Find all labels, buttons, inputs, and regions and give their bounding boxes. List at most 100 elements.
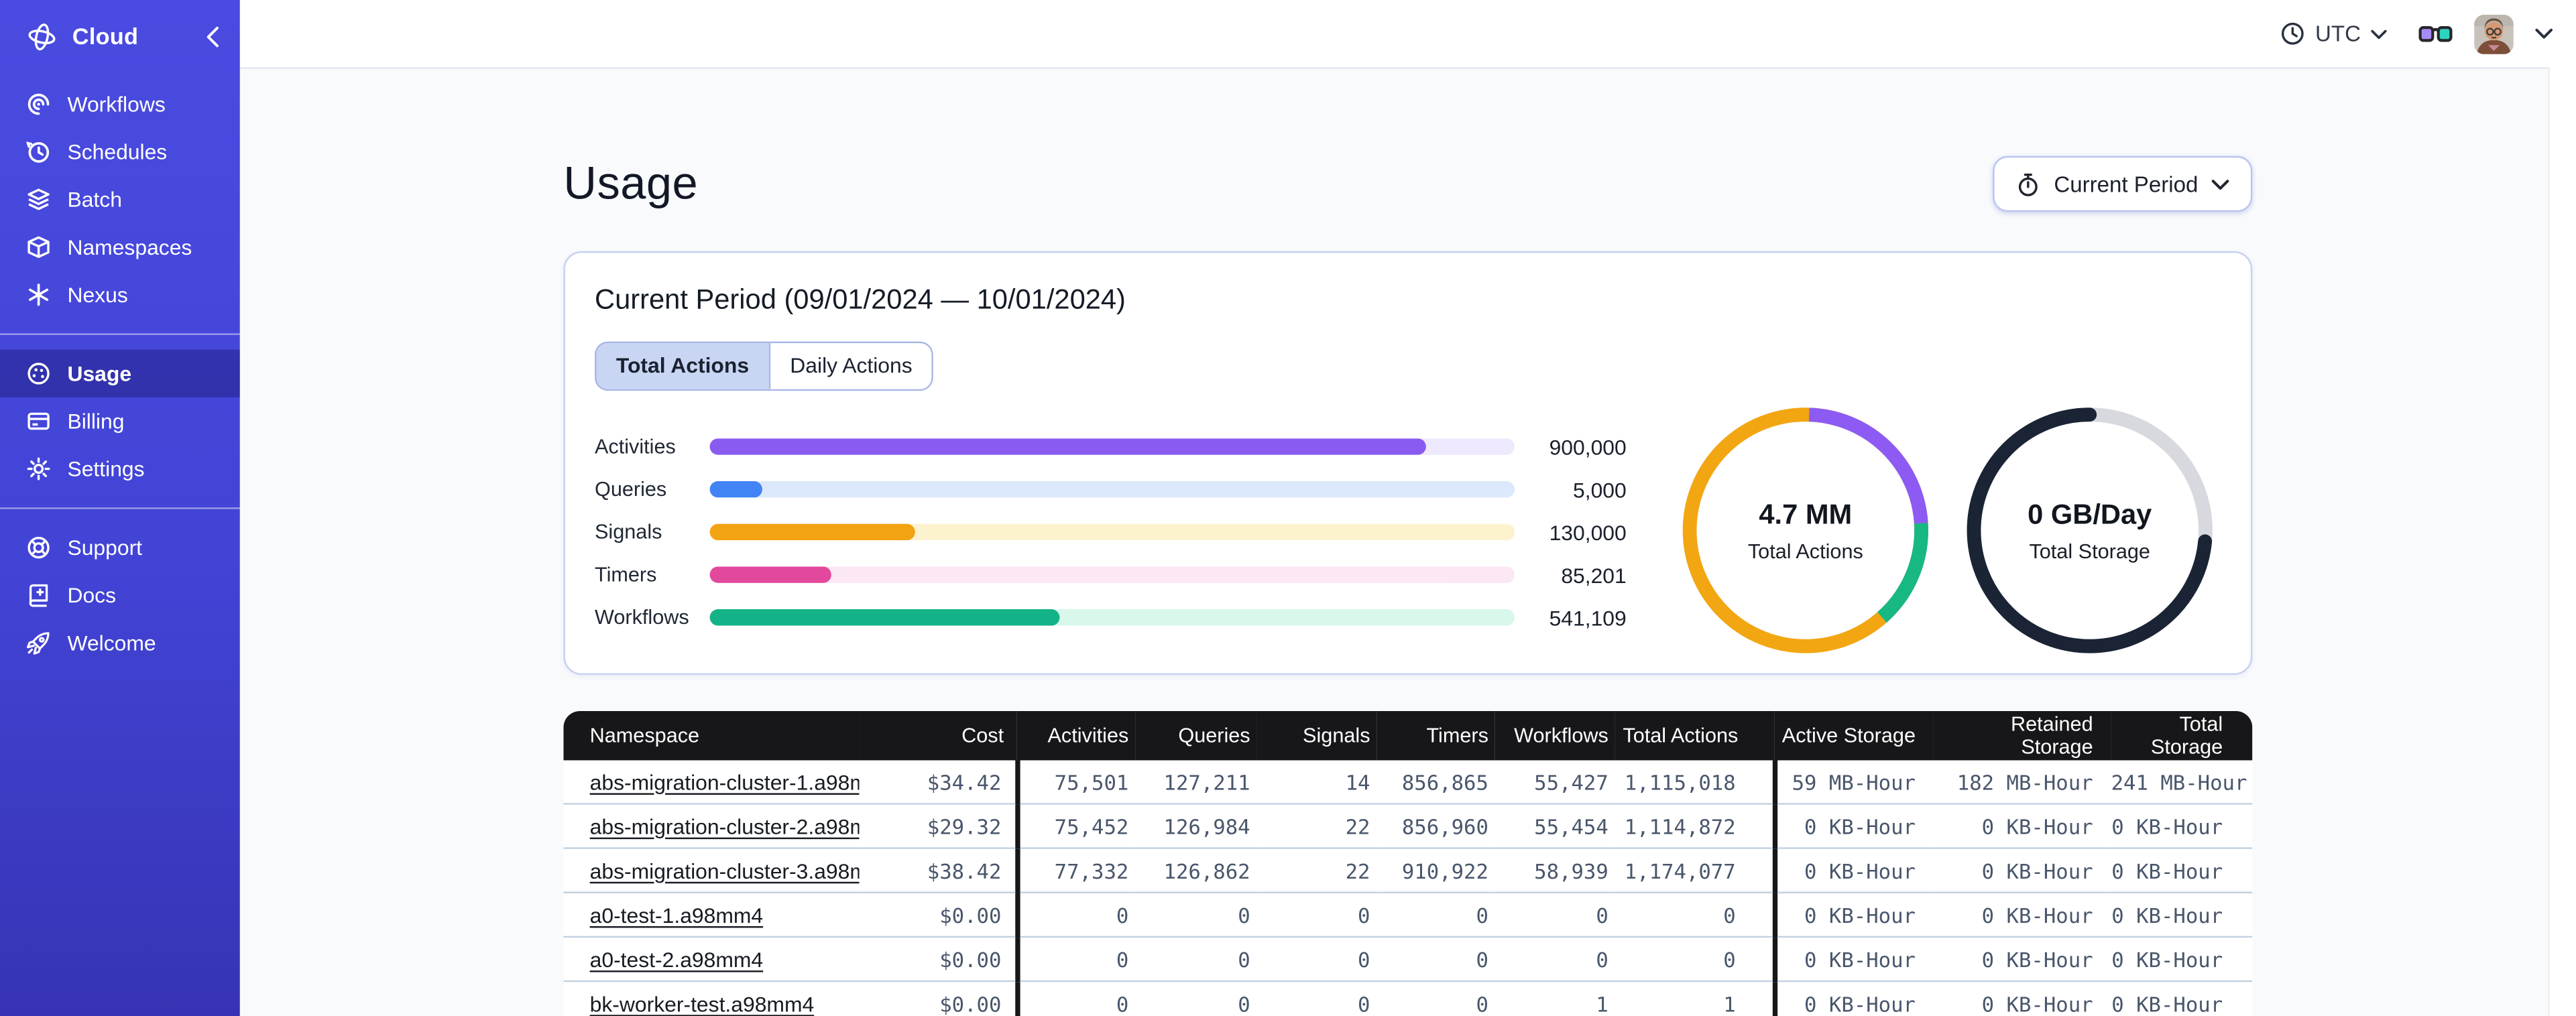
sidebar-item-label: Schedules — [67, 139, 168, 165]
column-header-total-actions: Total Actions — [1615, 710, 1775, 761]
namespace-link[interactable]: a0-test-1.a98mm4 — [590, 902, 764, 927]
cell-activities: 75,501 — [1054, 769, 1129, 794]
cell-cost: $38.42 — [859, 847, 1020, 893]
actions-tab-group: Total Actions Daily Actions — [594, 341, 934, 391]
total-actions-donut: 4.7 MM Total Actions — [1682, 407, 1929, 654]
cell-queries: 126,862 — [1135, 847, 1257, 893]
namespace-link[interactable]: a0-test-2.a98mm4 — [590, 947, 764, 972]
usage-summary-card: Current Period (09/01/2024 — 10/01/2024)… — [563, 251, 2253, 676]
donut-title: Total Storage — [2029, 539, 2150, 563]
table-row: bk-worker-test.a98mm4 $0.00 0 0 0 0 1 1 0 KB-Hou… — [563, 980, 2253, 1016]
sidebar-collapse-button[interactable] — [205, 25, 220, 47]
cell-queries: 0 — [1135, 980, 1257, 1016]
column-header-active-storage: Active Storage — [1774, 710, 1934, 761]
donut-title: Total Actions — [1747, 539, 1863, 563]
sidebar-item-nexus[interactable]: Nexus — [0, 271, 240, 318]
bar-row-workflows: Workflows 541,109 — [595, 596, 1627, 639]
column-header-total-storage: Total Storage — [2111, 710, 2253, 761]
cell-timers: 0 — [1377, 980, 1495, 1016]
sidebar-item-docs[interactable]: Docs — [0, 572, 240, 619]
sidebar-item-settings[interactable]: Settings — [0, 445, 240, 493]
chevron-left-icon — [207, 25, 219, 47]
cell-activities: 0 — [1016, 980, 1136, 1016]
cell-workflows: 55,427 — [1534, 769, 1608, 794]
sidebar-item-label: Docs — [67, 582, 117, 608]
cell-workflows: 58,939 — [1495, 847, 1615, 893]
chevron-down-icon — [2211, 178, 2229, 190]
column-header-namespace: Namespace — [563, 710, 860, 761]
sidebar-brand-label: Cloud — [72, 23, 139, 50]
topbar: UTC — [239, 0, 2576, 69]
sidebar-brand[interactable]: Cloud — [0, 0, 240, 72]
usage-table: Namespace Cost Activities Queries Signals Tim… — [563, 710, 2253, 1016]
bar-row-activities: Activities 900,000 — [595, 426, 1627, 468]
cell-cost: $29.32 — [859, 803, 1020, 848]
sidebar-divider — [0, 333, 240, 335]
sidebar-item-label: Workflows — [67, 92, 166, 117]
timers-bar-fill — [709, 566, 831, 584]
chevron-down-icon — [2371, 29, 2388, 39]
queries-bar-track — [709, 481, 1515, 499]
avatar[interactable] — [2474, 13, 2514, 54]
sidebar-item-welcome[interactable]: Welcome — [0, 619, 240, 667]
workflows-icon — [26, 92, 51, 117]
cell-total-storage: 0 KB-Hour — [2111, 980, 2253, 1016]
cell-queries: 127,211 — [1163, 769, 1250, 794]
bar-label: Queries — [594, 478, 667, 501]
scrollbar[interactable] — [2548, 67, 2576, 1016]
namespace-link[interactable]: abs-migration-cluster-3.a98mm4 — [590, 858, 860, 883]
tab-total-actions[interactable]: Total Actions — [596, 343, 769, 389]
sidebar-item-namespaces[interactable]: Namespaces — [0, 223, 240, 271]
sidebar-item-workflows[interactable]: Workflows — [0, 80, 240, 128]
cell-signals: 0 — [1256, 980, 1377, 1016]
bar-label: Activities — [594, 435, 676, 458]
cell-timers: 0 — [1377, 936, 1495, 982]
timezone-selector[interactable]: UTC — [2281, 21, 2388, 46]
tab-daily-actions[interactable]: Daily Actions — [768, 343, 933, 389]
sidebar-item-label: Batch — [67, 187, 122, 212]
table-row: abs-migration-cluster-2.a98mm4$29.3275,4… — [563, 803, 2253, 848]
cell-total-actions: 1,115,018 — [1615, 760, 1777, 804]
donut-center-label: 0 GB/Day Total Storage — [1967, 407, 2213, 654]
cell-total-storage: 0 KB-Hour — [2111, 936, 2253, 982]
cell-total-actions: 0 — [1615, 891, 1777, 937]
bar-value: 85,201 — [1561, 562, 1627, 587]
namespace-link[interactable]: abs-migration-cluster-1.a98mm4 — [590, 769, 860, 794]
sidebar-item-support[interactable]: Support — [0, 524, 240, 572]
activities-bar-fill — [709, 438, 1427, 456]
table-row: abs-migration-cluster-1.a98mm4$34.42 75,5… — [563, 760, 2252, 804]
glasses-icon[interactable] — [2418, 22, 2453, 45]
sidebar-item-label: Settings — [67, 456, 145, 481]
cell-workflows: 1 — [1495, 980, 1615, 1016]
column-header-timers: Timers — [1377, 710, 1495, 761]
namespace-link[interactable]: abs-migration-cluster-2.a98mm4 — [590, 814, 860, 838]
cell-timers: 856,865 — [1401, 769, 1488, 794]
app-root: Cloud Workflows Schedules Batch Namespaces N… — [0, 0, 2576, 1016]
sidebar-item-schedules[interactable]: Schedules — [0, 128, 240, 176]
bar-value: 541,109 — [1549, 605, 1627, 630]
account-menu-chevron[interactable] — [2535, 28, 2553, 40]
period-selector-button[interactable]: Current Period — [1993, 155, 2253, 212]
sidebar-nav: Workflows Schedules Batch Namespaces Nexus U… — [0, 72, 240, 675]
bar-label: Timers — [594, 563, 657, 586]
usage-icon — [26, 361, 51, 386]
namespace-link[interactable]: bk-worker-test.a98mm4 — [590, 991, 815, 1016]
namespaces-icon — [26, 235, 51, 259]
sidebar-item-batch[interactable]: Batch — [0, 176, 240, 223]
cell-total-actions: 1,114,872 — [1615, 803, 1777, 848]
cell-signals: 0 — [1256, 936, 1377, 982]
bar-row-signals: Signals 130,000 — [595, 511, 1627, 554]
cell-retained-storage: 0 KB-Hour — [1933, 980, 2111, 1016]
cell-workflows: 55,454 — [1495, 803, 1615, 848]
cell-timers: 856,960 — [1377, 803, 1495, 848]
sidebar-item-usage[interactable]: Usage — [0, 349, 240, 397]
cell-workflows: 0 — [1495, 936, 1615, 982]
cell-queries: 0 — [1135, 936, 1257, 982]
sidebar-divider — [0, 507, 240, 509]
cell-workflows: 0 — [1495, 891, 1615, 937]
sidebar-item-billing[interactable]: Billing — [0, 397, 240, 445]
cell-active-storage: 0 KB-Hour — [1774, 891, 1934, 937]
cell-signals: 14 — [1345, 769, 1370, 794]
sidebar-item-label: Usage — [67, 361, 132, 386]
cell-signals: 22 — [1256, 847, 1377, 893]
